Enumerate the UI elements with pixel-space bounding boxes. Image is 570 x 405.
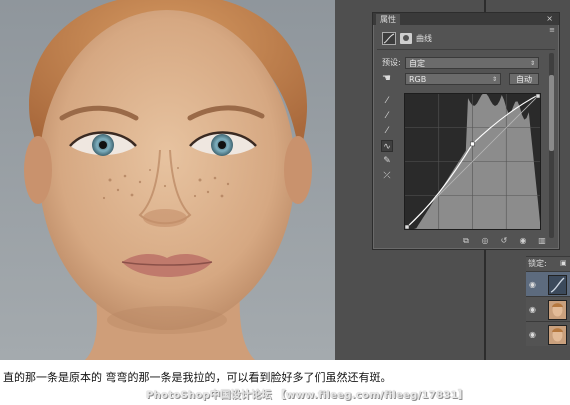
curves-graph[interactable]: [404, 93, 541, 230]
reset-icon[interactable]: ↺: [499, 236, 509, 246]
layer-mask-icon[interactable]: [400, 32, 412, 44]
sample-white-icon[interactable]: ⁄: [381, 125, 393, 137]
photo-layer-thumbnail: [548, 325, 567, 345]
layers-lock-row: 锁定: ▣: [526, 256, 570, 271]
curve-control-point: [470, 141, 475, 147]
visibility-icon[interactable]: ◉: [518, 236, 528, 246]
chevron-updown-icon: ⇕: [491, 76, 497, 83]
adjustment-header: 曲线: [382, 31, 432, 45]
eye-icon[interactable]: ◉: [529, 305, 536, 314]
eye-icon[interactable]: ◉: [529, 280, 536, 289]
layer-row-photo[interactable]: ◉: [526, 321, 570, 346]
layer-row-photo-copy[interactable]: ◉: [526, 296, 570, 321]
channel-dropdown[interactable]: RGB ⇕: [405, 73, 501, 85]
channel-value: RGB: [409, 75, 427, 84]
caption-text: 直的那一条是原本的 弯弯的那一条是我拉的，可以看到脸好多了们虽然还有斑。: [3, 371, 392, 384]
eye-icon[interactable]: ◉: [529, 330, 536, 339]
curve-control-point: [405, 224, 410, 229]
layer-row-curves[interactable]: ◉: [526, 271, 570, 296]
header-divider: [377, 49, 555, 50]
lock-label: 锁定:: [528, 259, 547, 268]
properties-tab[interactable]: 属性: [376, 14, 400, 25]
targeted-adjustment-hand-icon[interactable]: ☚: [382, 73, 396, 84]
properties-panel: 属性 × ≡ 曲线 预设: 自定 ⇕ ☚ RGB ⇕ 自动 ⁄ ⁄ ⁄ ∿ ✎: [372, 12, 560, 250]
panel-scrollbar[interactable]: [549, 53, 554, 238]
adjustment-title: 曲线: [416, 33, 432, 43]
curve-control-point: [535, 94, 540, 99]
panel-menu-icon[interactable]: ≡: [549, 26, 555, 34]
curves-tools: ⁄ ⁄ ⁄ ∿ ✎ ⤫: [381, 95, 395, 185]
view-previous-icon[interactable]: ◎: [480, 236, 490, 246]
curves-layer-thumbnail: [548, 275, 567, 295]
watermark-text: PhotoShop中国设计论坛 【www.fileeg.com/fileeg/1…: [146, 390, 469, 401]
sample-black-icon[interactable]: ⁄: [381, 110, 393, 122]
preset-value: 自定: [409, 59, 425, 68]
preset-dropdown[interactable]: 自定 ⇕: [405, 57, 539, 69]
screenshot-area: 属性 × ≡ 曲线 预设: 自定 ⇕ ☚ RGB ⇕ 自动 ⁄ ⁄ ⁄ ∿ ✎: [0, 0, 570, 360]
scroll-thumb[interactable]: [549, 75, 554, 151]
trash-icon[interactable]: ▥: [537, 236, 547, 246]
auto-button[interactable]: 自动: [509, 73, 539, 85]
pencil-icon[interactable]: ✎: [381, 155, 393, 167]
portrait-photo: [0, 0, 335, 360]
close-icon[interactable]: ×: [546, 13, 553, 25]
preset-label: 预设:: [382, 58, 401, 67]
photo-layer-thumbnail: [548, 300, 567, 320]
chevron-updown-icon: ⇕: [529, 60, 535, 67]
panel-footer: ⧉ ◎ ↺ ◉ ▥: [443, 235, 555, 247]
smooth-icon[interactable]: ⤫: [381, 170, 393, 182]
clip-to-layer-icon[interactable]: ⧉: [461, 236, 471, 246]
curves-adjustment-icon: [382, 31, 396, 45]
lock-icon[interactable]: ▣: [560, 259, 567, 267]
panel-titlebar[interactable]: 属性 ×: [373, 13, 559, 25]
curve-pen-icon[interactable]: ∿: [381, 140, 393, 152]
sample-in-image-icon[interactable]: ⁄: [381, 95, 393, 107]
